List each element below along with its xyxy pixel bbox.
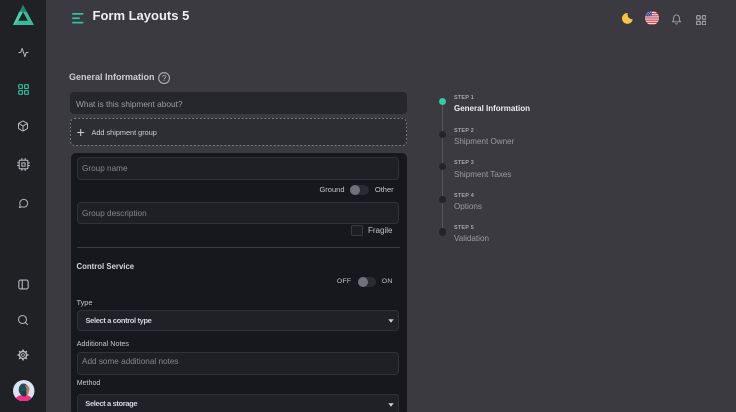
svg-text:?: ?	[162, 73, 167, 83]
